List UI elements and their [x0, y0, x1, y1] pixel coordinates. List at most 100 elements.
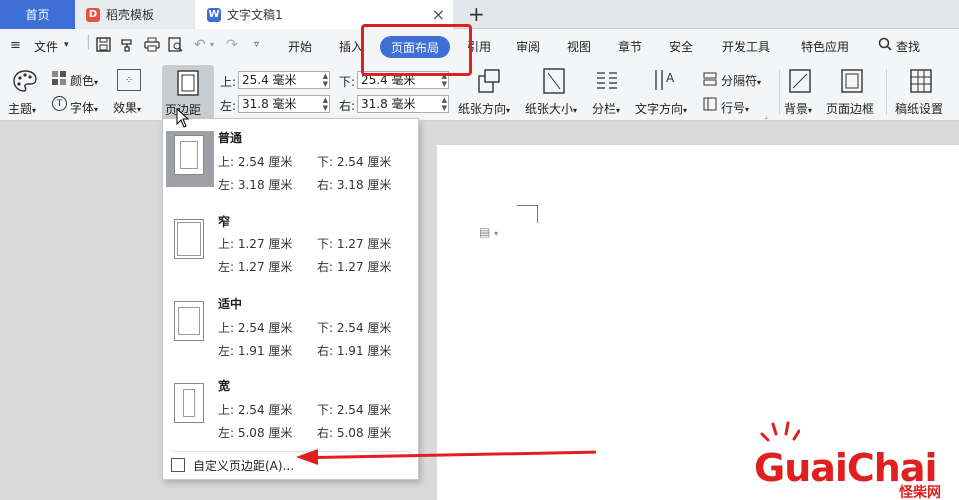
- more-icon[interactable]: ▿: [254, 39, 259, 50]
- menu-developer[interactable]: 开发工具: [722, 38, 770, 55]
- left-label: 左:: [220, 99, 237, 113]
- separator-button[interactable]: 分隔符▾: [721, 72, 761, 89]
- close-tab-icon[interactable]: ×: [432, 5, 445, 24]
- divider: |: [86, 34, 91, 50]
- mouse-cursor-icon: [176, 107, 190, 131]
- ribbon-page-layout: 主题▾ 颜色▾ T 字体▾ ⁘ 效果▾ 页边距 上: 25.4 毫米 ▲ ▼ 下: …: [0, 63, 959, 121]
- chevron-down-icon[interactable]: ▾: [64, 40, 69, 50]
- menu-section[interactable]: 章节: [618, 38, 642, 55]
- tab-template[interactable]: D 稻壳模板: [76, 0, 194, 29]
- format-painter-icon[interactable]: [120, 37, 135, 56]
- font-button[interactable]: 字体▾: [70, 99, 98, 116]
- grid-paper-button[interactable]: 稿纸设置: [895, 100, 943, 117]
- page-border-icon[interactable]: [841, 69, 863, 93]
- paper-size-button[interactable]: 纸张大小▾: [525, 100, 577, 117]
- text-direction-icon[interactable]: A: [653, 68, 677, 94]
- menu-find[interactable]: 查找: [896, 38, 920, 55]
- text-direction-button[interactable]: 文字方向▾: [635, 100, 687, 117]
- grid-paper-icon[interactable]: [910, 69, 932, 93]
- menu-bar: ≡ 文件 ▾ | ↶ ▾ ↷ ▿ 开始 插入 页面布局 引用 审阅 视图 章节 …: [0, 29, 959, 63]
- save-icon[interactable]: [96, 37, 111, 56]
- preset-bottom: 下: 2.54 厘米: [317, 403, 392, 417]
- preset-thumb: [166, 379, 214, 435]
- preset-top: 上: 1.27 厘米: [218, 237, 293, 251]
- preset-bottom: 下: 2.54 厘米: [317, 321, 392, 335]
- annotation-arrow-head: [296, 449, 318, 465]
- preset-top: 上: 2.54 厘米: [218, 403, 293, 417]
- margin-preset-normal[interactable]: 普通 上: 2.54 厘米 下: 2.54 厘米 左: 3.18 厘米 右: 3…: [163, 119, 418, 203]
- preset-top: 上: 2.54 厘米: [218, 155, 293, 169]
- preset-name: 宽: [218, 379, 231, 393]
- spinner-icon[interactable]: ▲ ▼: [442, 96, 447, 112]
- annotation-highlight-box: [361, 24, 472, 76]
- columns-button[interactable]: 分栏▾: [592, 100, 620, 117]
- preset-left: 左: 5.08 厘米: [218, 426, 293, 440]
- page-border-button[interactable]: 页面边框: [826, 100, 874, 117]
- undo-icon[interactable]: ↶: [194, 37, 206, 53]
- effect-button[interactable]: 效果▾: [113, 99, 141, 116]
- color-grid-icon[interactable]: [52, 71, 66, 85]
- margin-corner-mark: [517, 205, 537, 206]
- new-tab-icon[interactable]: +: [468, 2, 485, 26]
- preset-name: 普通: [218, 131, 243, 145]
- menu-special[interactable]: 特色应用: [801, 38, 849, 55]
- margin-preset-narrow[interactable]: 窄 上: 1.27 厘米 下: 1.27 厘米 左: 1.27 厘米 右: 1.…: [163, 203, 418, 287]
- menu-security[interactable]: 安全: [669, 38, 693, 55]
- preset-left: 左: 1.27 厘米: [218, 260, 293, 274]
- preset-bottom: 下: 1.27 厘米: [317, 237, 392, 251]
- svg-text:A: A: [666, 71, 675, 85]
- preset-right: 右: 5.08 厘米: [317, 426, 392, 440]
- orientation-button[interactable]: 纸张方向▾: [458, 100, 510, 117]
- line-number-button[interactable]: 行号▾: [721, 99, 749, 116]
- columns-icon[interactable]: [596, 70, 618, 92]
- preset-bottom: 下: 2.54 厘米: [317, 155, 392, 169]
- theme-button[interactable]: 主题▾: [8, 100, 36, 117]
- preset-thumb: [166, 131, 214, 187]
- page-break-icon[interactable]: [703, 72, 717, 86]
- preset-left: 左: 1.91 厘米: [218, 344, 293, 358]
- search-icon[interactable]: [878, 37, 892, 55]
- paper-size-icon[interactable]: [543, 68, 565, 94]
- background-button[interactable]: 背景▾: [784, 100, 812, 117]
- background-icon[interactable]: [789, 69, 811, 93]
- paste-options-icon[interactable]: ▤ ▾: [479, 225, 498, 239]
- color-button[interactable]: 颜色▾: [70, 72, 98, 89]
- menu-home[interactable]: 开始: [288, 38, 312, 55]
- divider: [171, 451, 411, 452]
- bottom-label: 下:: [339, 75, 356, 89]
- print-icon[interactable]: [144, 37, 160, 56]
- menu-file[interactable]: 文件: [34, 38, 58, 55]
- divider: [779, 69, 780, 115]
- font-theme-icon[interactable]: T: [52, 96, 67, 111]
- spinner-icon[interactable]: ▲ ▼: [323, 96, 328, 112]
- effect-icon[interactable]: ⁘: [117, 69, 141, 91]
- dialog-launcher-icon[interactable]: ⌟: [764, 111, 768, 120]
- menu-review[interactable]: 审阅: [516, 38, 540, 55]
- tab-home[interactable]: 首页: [0, 0, 75, 29]
- left-margin-input[interactable]: 31.8 毫米 ▲ ▼: [238, 95, 330, 113]
- tab-bar: 首页 D 稻壳模板 W 文字文稿1 × +: [0, 0, 959, 29]
- right-margin-input[interactable]: 31.8 毫米 ▲ ▼: [357, 95, 449, 113]
- redo-icon[interactable]: ↷: [226, 37, 238, 53]
- preset-right: 右: 3.18 厘米: [317, 178, 392, 192]
- watermark-subtitle: 怪柴网: [899, 485, 941, 500]
- preset-left: 左: 3.18 厘米: [218, 178, 293, 192]
- orientation-icon[interactable]: [477, 68, 501, 94]
- margin-preset-wide[interactable]: 宽 上: 2.54 厘米 下: 2.54 厘米 左: 5.08 厘米 右: 5.…: [163, 367, 418, 451]
- hamburger-icon[interactable]: ≡: [10, 38, 21, 53]
- custom-margins-icon: [171, 458, 185, 472]
- margin-preset-moderate[interactable]: 适中 上: 2.54 厘米 下: 2.54 厘米 左: 1.91 厘米 右: 1…: [163, 285, 418, 369]
- palette-icon[interactable]: [12, 69, 38, 93]
- preset-top: 上: 2.54 厘米: [218, 321, 293, 335]
- top-margin-input[interactable]: 25.4 毫米 ▲ ▼: [238, 71, 330, 89]
- menu-view[interactable]: 视图: [567, 38, 591, 55]
- spinner-icon[interactable]: ▲ ▼: [323, 72, 328, 88]
- preset-name: 适中: [218, 297, 243, 311]
- divider: [886, 69, 887, 115]
- custom-margins-item[interactable]: 自定义页边距(A)...: [171, 455, 294, 475]
- line-number-icon[interactable]: [703, 97, 717, 111]
- top-label: 上:: [220, 75, 237, 89]
- menu-insert[interactable]: 插入: [339, 38, 363, 55]
- print-preview-icon[interactable]: [168, 37, 183, 56]
- chevron-down-icon[interactable]: ▾: [210, 40, 214, 49]
